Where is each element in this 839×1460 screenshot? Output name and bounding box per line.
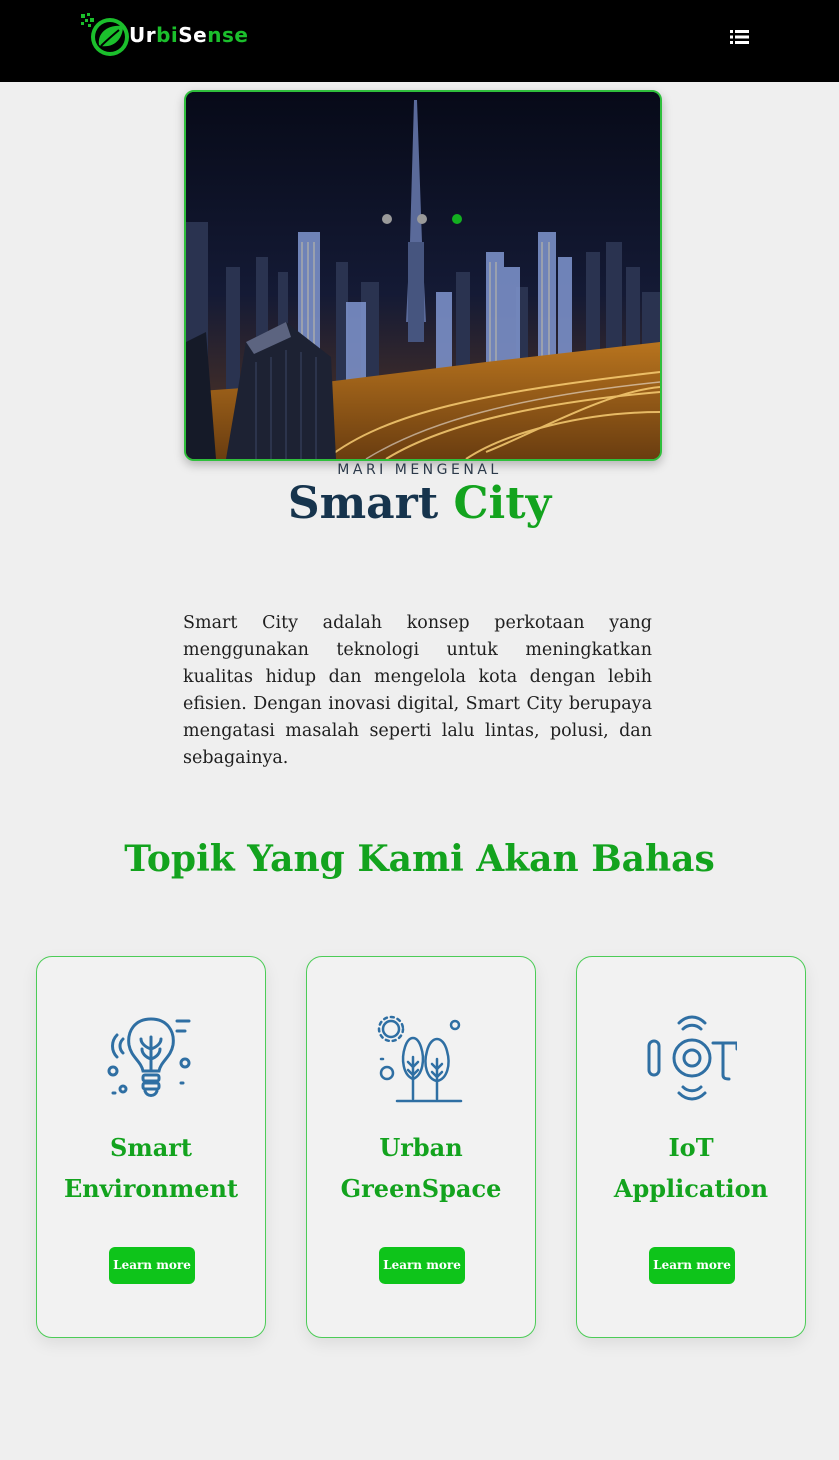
brand-name-part1: Ur (129, 23, 157, 47)
topic-card-title-line2: GreenSpace (340, 1174, 502, 1203)
topic-card-title-line2: Environment (63, 1174, 239, 1203)
iot-icon (645, 1009, 739, 1107)
brand-name-part2: bi (156, 23, 179, 47)
brand-name-part4: nse (207, 23, 249, 47)
topic-card-title-line1: Urban (379, 1133, 463, 1162)
carousel-dot-1[interactable] (382, 214, 392, 224)
topic-card-smart-environment: Smart Environment Learn more (36, 956, 266, 1338)
page-title-part2: City (453, 478, 552, 529)
page-title: Smart City (0, 478, 839, 529)
topic-card-title-line1: IoT (668, 1133, 714, 1162)
carousel-dot-3-active[interactable] (452, 214, 462, 224)
city-skyline-image (186, 92, 660, 459)
list-icon (730, 30, 749, 44)
topic-card-title: Urban GreenSpace (307, 1127, 535, 1209)
leaf-logo-icon (79, 12, 131, 58)
brand-name: UrbiSense (129, 23, 248, 47)
topic-card-urban-greenspace: Urban GreenSpace Learn more (306, 956, 536, 1338)
topic-card-iot-application: IoT Application Learn more (576, 956, 806, 1338)
topic-card-title-line2: Application (613, 1174, 769, 1203)
topic-card-title: Smart Environment (37, 1127, 265, 1209)
carousel-dot-2[interactable] (417, 214, 427, 224)
topic-card-title-line1: Smart (109, 1133, 192, 1162)
brand-logo[interactable]: UrbiSense (79, 12, 248, 58)
topics-heading: Topik Yang Kami Akan Bahas (124, 838, 715, 880)
section-eyebrow: MARI MENGENAL (337, 462, 502, 478)
top-navbar: UrbiSense (0, 0, 839, 82)
brand-name-part3: Se (178, 23, 208, 47)
hero-carousel[interactable] (184, 90, 662, 461)
learn-more-button[interactable]: Learn more (109, 1247, 195, 1284)
topic-card-title: IoT Application (577, 1127, 805, 1209)
learn-more-button[interactable]: Learn more (379, 1247, 465, 1284)
lightbulb-plant-icon (105, 1009, 197, 1107)
learn-more-button[interactable]: Learn more (649, 1247, 735, 1284)
trees-icon (375, 1009, 467, 1107)
intro-description: Smart City adalah konsep perkotaan yang … (183, 613, 652, 768)
page-title-part1: Smart (287, 478, 439, 529)
menu-toggle-button[interactable] (729, 27, 751, 47)
